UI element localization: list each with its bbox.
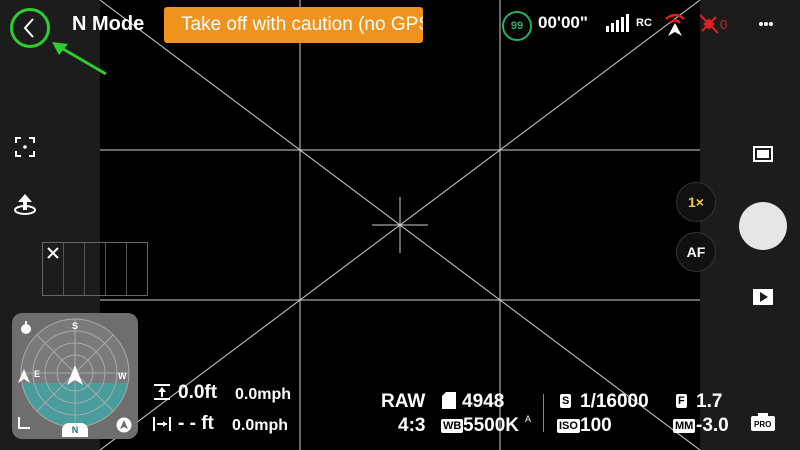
green-arrow-annotation xyxy=(52,42,107,76)
camera-params-divider xyxy=(543,394,544,432)
playback-icon[interactable] xyxy=(753,289,773,305)
aperture-tag: F xyxy=(676,394,687,408)
white-balance: 5500K xyxy=(463,415,519,436)
pro-settings-button[interactable]: PRO xyxy=(751,413,775,431)
aperture-value: 1.7 xyxy=(696,391,723,412)
distance-value: - - ft xyxy=(178,413,214,434)
photo-format: RAW xyxy=(381,391,426,412)
exposure-value: -3.0 xyxy=(696,415,729,436)
storage-remaining: 4948 xyxy=(462,391,505,412)
satellite-icon xyxy=(699,14,719,34)
signal-bars-icon xyxy=(606,14,629,32)
battery-indicator: 99 xyxy=(502,11,532,41)
corner-bracket-icon xyxy=(18,417,30,429)
takeoff-icon[interactable] xyxy=(13,192,37,216)
iso-tag: ISO xyxy=(557,419,580,433)
compass-south: S xyxy=(72,321,79,331)
attitude-indicator[interactable]: S E W N xyxy=(12,313,138,439)
north-badge: N xyxy=(62,423,88,437)
close-icon[interactable] xyxy=(47,247,59,259)
ev-tag: MM xyxy=(673,419,696,433)
aspect-ratio: 4:3 xyxy=(398,415,426,436)
wb-a-mark: A xyxy=(525,414,532,424)
photo-mode-icon[interactable] xyxy=(753,146,773,162)
chevron-left-icon xyxy=(23,18,34,38)
iso-value: 100 xyxy=(580,415,612,436)
sd-card-icon xyxy=(442,392,456,409)
focus-frame-icon[interactable] xyxy=(14,136,36,158)
pro-label: PRO xyxy=(754,420,772,429)
altitude-icon xyxy=(154,384,170,400)
shutter-speed: 1/16000 xyxy=(580,391,649,412)
north-badge-label: N xyxy=(71,425,79,435)
distance-icon xyxy=(153,417,171,431)
flight-mode-label: N Mode xyxy=(72,13,145,35)
navigation-icon[interactable] xyxy=(116,417,132,433)
mini-map-panel[interactable] xyxy=(42,242,148,296)
more-options-icon[interactable] xyxy=(758,14,774,34)
satellite-count: 0 xyxy=(720,17,728,32)
altitude-value: 0.0ft xyxy=(178,382,218,403)
home-point-icon xyxy=(21,321,31,334)
wb-tag: WB xyxy=(441,419,464,433)
flight-time: 00'00" xyxy=(538,13,588,32)
back-button[interactable] xyxy=(10,8,50,48)
zoom-button[interactable]: 1× xyxy=(676,182,716,222)
gps-signal-icon xyxy=(665,13,685,36)
horizontal-speed: 0.0mph xyxy=(232,417,289,434)
takeoff-warning-banner[interactable]: Take off with caution (no GPS) xyxy=(164,7,423,43)
af-button[interactable]: AF xyxy=(676,232,716,272)
rc-label: RC xyxy=(636,17,652,29)
vertical-speed: 0.0mph xyxy=(235,386,292,403)
compass-west: W xyxy=(118,371,127,381)
shutter-button[interactable] xyxy=(739,202,787,250)
compass-east: E xyxy=(34,369,41,379)
shutter-tag: S xyxy=(560,394,572,408)
aircraft-marker-icon xyxy=(18,369,30,383)
